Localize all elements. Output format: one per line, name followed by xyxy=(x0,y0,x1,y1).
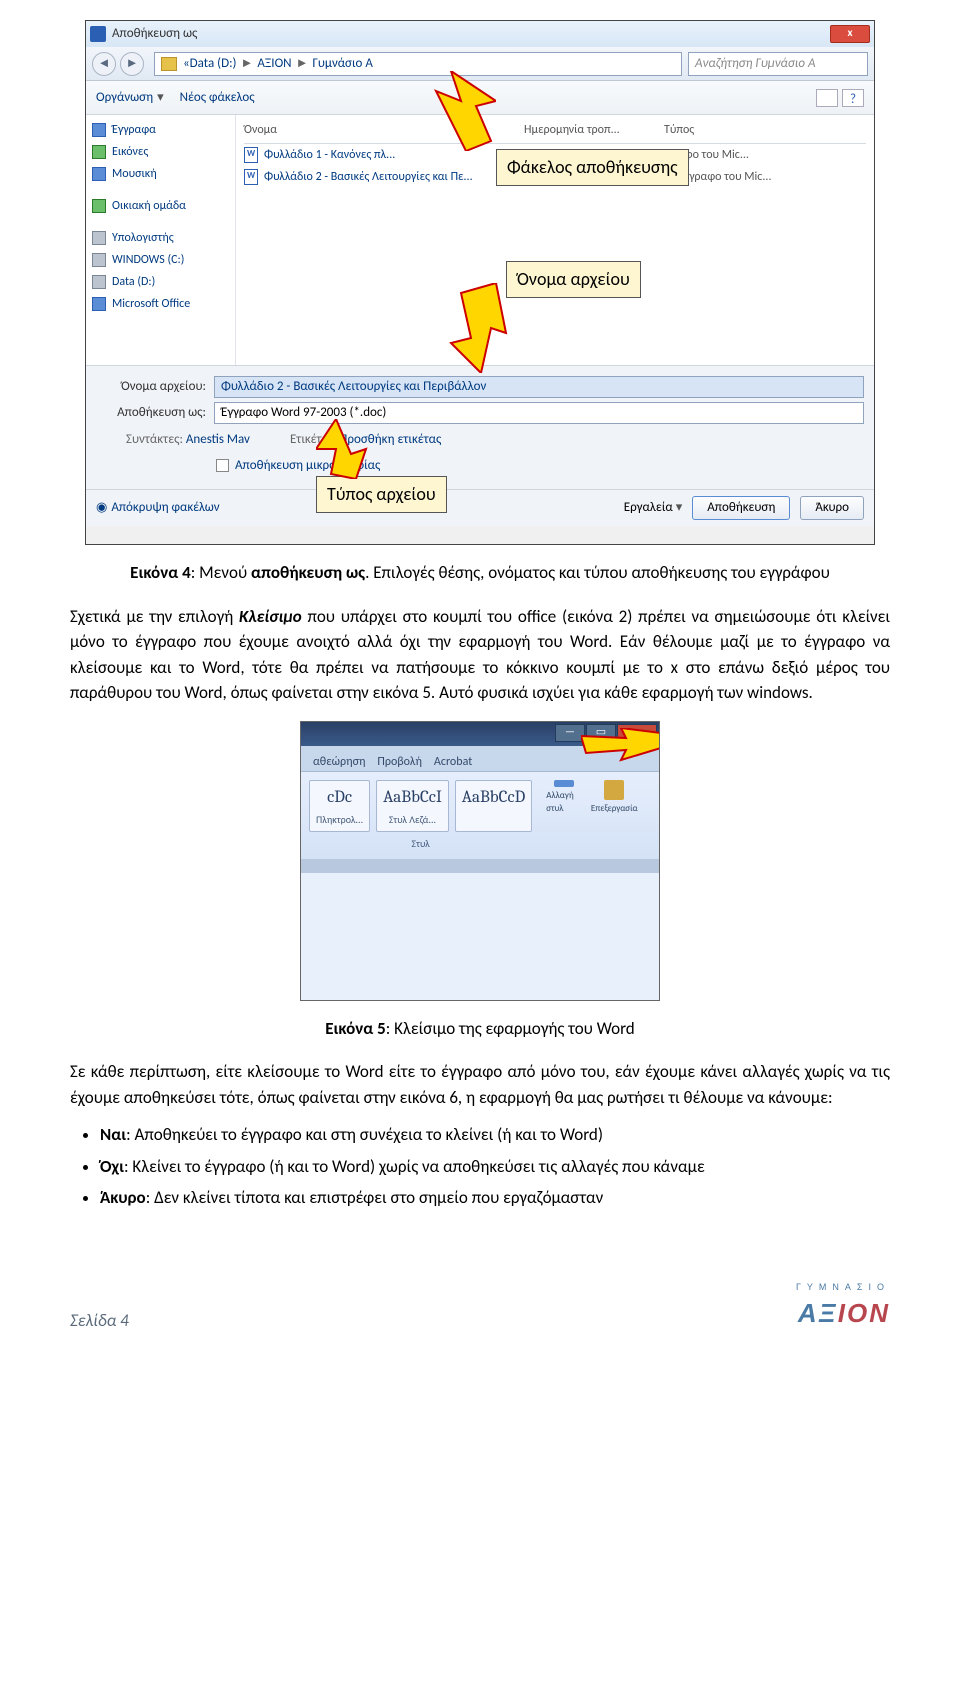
path-drive: Data (D:) xyxy=(190,54,237,74)
filetype-label: Αποθήκευση ως: xyxy=(96,403,206,423)
new-folder-button[interactable]: Νέος φάκελος xyxy=(180,88,255,108)
path-folder1: ΑΞΙΟΝ xyxy=(257,54,291,74)
tools-dropdown[interactable]: Εργαλεία ▾ xyxy=(624,498,682,518)
callout-folder: Φάκελος αποθήκευσης xyxy=(496,149,689,186)
pictures-icon xyxy=(92,145,106,159)
organize-button[interactable]: Οργάνωση ▾ xyxy=(96,88,164,108)
style-option[interactable]: cDcΠληκτρολ... xyxy=(309,780,370,833)
editing-icon xyxy=(604,780,624,800)
page-number: Σελίδα 4 xyxy=(70,1308,129,1334)
figure4-caption: Εικόνα 4: Μενού αποθήκευση ως. Επιλογές … xyxy=(70,560,890,586)
sidebar-pictures[interactable]: Εικόνες xyxy=(92,141,229,163)
arrow-icon xyxy=(316,419,376,479)
view-options-button[interactable] xyxy=(816,89,838,107)
dropdown-icon: ▾ xyxy=(157,88,164,108)
path-folder2: Γυμνάσιο Α xyxy=(312,54,372,74)
fields-area: Όνομα αρχείου: Φυλλάδιο 2 - Βασικές Λειτ… xyxy=(86,365,874,489)
col-date[interactable]: Ημερομηνία τροπ... xyxy=(524,121,664,139)
save-button[interactable]: Αποθήκευση xyxy=(692,496,790,520)
window-close-button[interactable]: x xyxy=(830,25,870,43)
paragraph-1: Σχετικά με την επιλογή Κλείσιμο που υπάρ… xyxy=(70,604,890,706)
page-footer: Σελίδα 4 ΓΥΜΝΑΣΙΟ ΑΞΙΟΝ xyxy=(70,1271,890,1334)
sidebar: Έγγραφα Εικόνες Μουσική Οικιακή ομάδα Υπ… xyxy=(86,115,236,365)
save-as-dialog-screenshot: Αποθήκευση ως x ◄ ► « Data (D:) ► ΑΞΙΟΝ … xyxy=(85,20,875,545)
drive-icon xyxy=(92,297,106,311)
ribbon: cDcΠληκτρολ... AaBbCcIΣτυλ Λεζά... AaBbC… xyxy=(301,772,659,860)
word-file-icon xyxy=(244,147,258,163)
arrow-icon xyxy=(581,728,660,768)
editing-button[interactable]: Επεξεργασία xyxy=(596,780,632,816)
cancel-button[interactable]: Άκυρο xyxy=(800,496,864,520)
arrow-icon xyxy=(441,283,511,373)
sidebar-drive-c[interactable]: WINDOWS (C:) xyxy=(92,249,229,271)
search-input[interactable]: Αναζήτηση Γυμνάσιο Α xyxy=(688,52,868,76)
style-option[interactable]: AaBbCcIΣτυλ Λεζά... xyxy=(376,780,449,833)
authors-value[interactable]: Anestis Mav xyxy=(186,432,250,447)
sidebar-computer[interactable]: Υπολογιστής xyxy=(92,227,229,249)
word-file-icon xyxy=(244,169,258,185)
options-list: Ναι: Αποθηκεύει το έγγραφο και στη συνέχ… xyxy=(100,1122,890,1211)
sidebar-homegroup[interactable]: Οικιακή ομάδα xyxy=(92,195,229,217)
dialog-buttons: ◉ Απόκρυψη φακέλων Εργαλεία ▾ Αποθήκευση… xyxy=(86,489,874,526)
sidebar-music[interactable]: Μουσική xyxy=(92,163,229,185)
drive-icon xyxy=(92,253,106,267)
word-doc-icon xyxy=(90,26,106,42)
authors-label: Συντάκτες: xyxy=(126,432,183,447)
logo: ΓΥΜΝΑΣΙΟ ΑΞΙΟΝ xyxy=(796,1281,890,1334)
change-styles-icon xyxy=(554,780,574,787)
group-label-styles: Στυλ xyxy=(412,836,430,851)
word-close-screenshot: — ▭ x αθεώρηση Προβολή Acrobat cDcΠληκτρ… xyxy=(300,721,660,1001)
thumbnail-checkbox[interactable] xyxy=(216,459,229,472)
sidebar-documents[interactable]: Έγγραφα xyxy=(92,119,229,141)
dialog-title: Αποθήκευση ως xyxy=(112,24,197,44)
callout-filename: Όνομα αρχείου xyxy=(506,261,641,298)
filename-label: Όνομα αρχείου: xyxy=(96,377,206,397)
computer-icon xyxy=(92,231,106,245)
filetype-dropdown[interactable]: Έγγραφο Word 97-2003 (*.doc) xyxy=(214,402,864,424)
paragraph-2: Σε κάθε περίπτωση, είτε κλείσουμε το Wor… xyxy=(70,1059,890,1110)
list-item: Όχι: Κλείνει το έγγραφο (ή και το Word) … xyxy=(100,1154,890,1180)
forward-button[interactable]: ► xyxy=(120,52,144,76)
figure5-caption: Εικόνα 5: Κλείσιμο της εφαρμογής του Wor… xyxy=(70,1016,890,1042)
tab-review[interactable]: αθεώρηση xyxy=(313,753,365,771)
tab-view[interactable]: Προβολή xyxy=(377,753,422,771)
style-option[interactable]: AaBbCcD xyxy=(455,780,532,833)
ruler-bar xyxy=(301,859,659,873)
documents-icon xyxy=(92,123,106,137)
list-item: Ναι: Αποθηκεύει το έγγραφο και στη συνέχ… xyxy=(100,1122,890,1148)
drive-icon xyxy=(92,275,106,289)
music-icon xyxy=(92,167,106,181)
col-type[interactable]: Τύπος xyxy=(664,121,784,139)
sidebar-drive-d[interactable]: Data (D:) xyxy=(92,271,229,293)
filename-input[interactable]: Φυλλάδιο 2 - Βασικές Λειτουργίες και Περ… xyxy=(214,376,864,398)
dialog-titlebar: Αποθήκευση ως x xyxy=(86,21,874,47)
callout-filetype: Τύπος αρχείου xyxy=(316,476,447,513)
list-item: Άκυρο: Δεν κλείνει τίποτα και επιστρέφει… xyxy=(100,1185,890,1211)
back-button[interactable]: ◄ xyxy=(92,52,116,76)
homegroup-icon xyxy=(92,199,106,213)
tab-acrobat[interactable]: Acrobat xyxy=(434,753,472,771)
folder-icon xyxy=(161,57,177,71)
help-button[interactable]: ? xyxy=(842,89,864,107)
change-styles-button[interactable]: Αλλαγή στυλ xyxy=(546,780,582,816)
arrow-icon xyxy=(406,71,496,151)
sidebar-msoffice[interactable]: Microsoft Office xyxy=(92,293,229,315)
